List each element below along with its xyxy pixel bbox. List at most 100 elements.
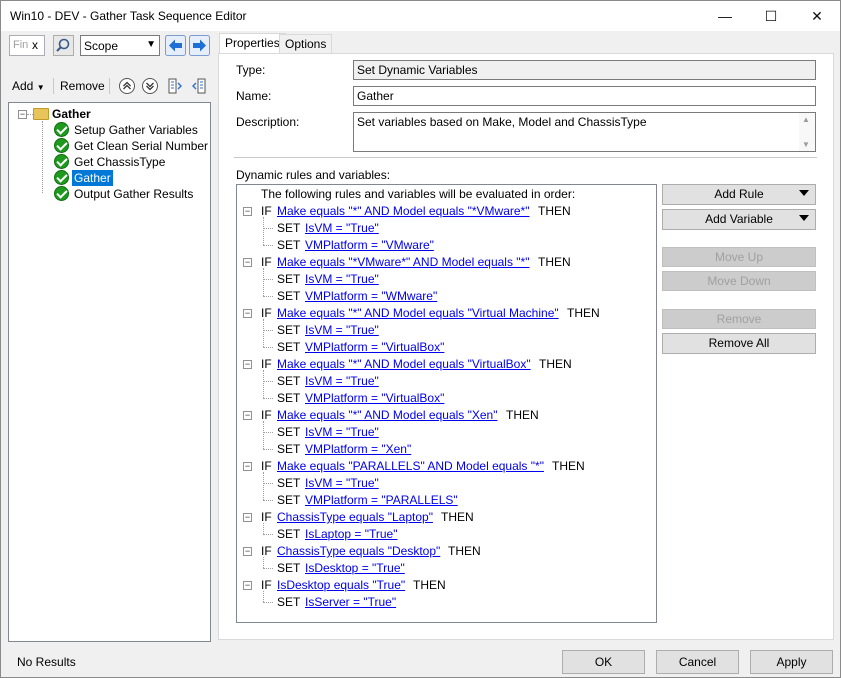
maximize-button[interactable]: ☐ — [748, 1, 794, 31]
then-keyword: THEN — [413, 578, 446, 592]
list-indent-icon — [192, 78, 206, 94]
set-keyword: SET — [277, 493, 301, 507]
find-previous-button[interactable] — [165, 35, 186, 56]
rule-condition-link[interactable]: IsDesktop equals "True" — [277, 577, 405, 593]
collapse-rule-icon[interactable]: − — [243, 258, 252, 267]
tree-item-label: Get ChassisType — [74, 155, 166, 169]
find-next-button[interactable] — [189, 35, 210, 56]
collapse-rule-icon[interactable]: − — [243, 581, 252, 590]
minimize-button[interactable]: — — [702, 1, 748, 31]
collapse-rule-icon[interactable]: − — [243, 309, 252, 318]
rule-connector — [263, 217, 264, 245]
collapse-icon[interactable]: − — [18, 110, 27, 119]
remove-button[interactable]: Remove — [662, 309, 816, 329]
rule-condition-link[interactable]: Make equals "*" AND Model equals "Virtua… — [277, 305, 559, 321]
find-clear-button[interactable]: x — [32, 38, 38, 52]
caret-down-icon — [799, 215, 809, 221]
description-scrollbar[interactable]: ▲ ▼ — [799, 113, 815, 151]
check-icon — [54, 138, 69, 153]
variable-assignment-link[interactable]: VMPlatform = "Xen" — [305, 441, 411, 457]
collapse-rule-icon[interactable]: − — [243, 462, 252, 471]
rule-connector — [263, 296, 273, 297]
variable-assignment-link[interactable]: IsVM = "True" — [305, 475, 379, 491]
rules-intro: The following rules and variables will b… — [261, 187, 576, 201]
type-field: Set Dynamic Variables — [353, 60, 816, 80]
rule-condition-link[interactable]: ChassisType equals "Laptop" — [277, 509, 433, 525]
remove-all-button[interactable]: Remove All — [662, 333, 816, 354]
scroll-down-icon[interactable]: ▼ — [802, 140, 810, 149]
scroll-up-icon[interactable]: ▲ — [802, 115, 810, 124]
arrow-left-icon — [165, 35, 186, 56]
collapse-rule-icon[interactable]: − — [243, 547, 252, 556]
variable-assignment-link[interactable]: IsVM = "True" — [305, 424, 379, 440]
rule-condition-link[interactable]: Make equals "PARALLELS" AND Model equals… — [277, 458, 544, 474]
rule-connector — [263, 472, 264, 500]
tree-root-gather[interactable]: Gather — [51, 106, 91, 122]
tree-item-label: Setup Gather Variables — [74, 123, 198, 137]
add-menu-button[interactable]: Add ▼ — [12, 79, 45, 93]
remove-step-button[interactable]: Remove — [60, 79, 105, 93]
rule-condition-link[interactable]: ChassisType equals "Desktop" — [277, 543, 440, 559]
then-keyword: THEN — [448, 544, 481, 558]
variable-assignment-link[interactable]: IsDesktop = "True" — [305, 560, 405, 576]
variable-assignment-link[interactable]: IsLaptop = "True" — [305, 526, 397, 542]
ok-button[interactable]: OK — [562, 650, 645, 674]
variable-assignment-link[interactable]: IsVM = "True" — [305, 220, 379, 236]
title-bar: Win10 - DEV - Gather Task Sequence Edito… — [1, 1, 840, 31]
variable-assignment-link[interactable]: IsServer = "True" — [305, 594, 396, 610]
rule-connector — [263, 398, 273, 399]
task-sequence-tree[interactable]: − Gather Setup Gather Variables Get Clea… — [8, 102, 211, 642]
collapse-rule-icon[interactable]: − — [243, 411, 252, 420]
list-toggle-icon — [168, 78, 182, 94]
tab-properties[interactable]: Properties — [219, 33, 286, 54]
search-button[interactable] — [53, 35, 74, 56]
variable-assignment-link[interactable]: VMPlatform = "VMware" — [305, 237, 434, 253]
collapse-rule-icon[interactable]: − — [243, 513, 252, 522]
tree-item-label: Gather — [72, 170, 113, 186]
variable-assignment-link[interactable]: VMPlatform = "WMware" — [305, 288, 437, 304]
move-up-button[interactable]: Move Up — [662, 247, 816, 267]
rule-condition-link[interactable]: Make equals "*" AND Model equals "Xen" — [277, 407, 498, 423]
variable-assignment-link[interactable]: IsVM = "True" — [305, 271, 379, 287]
tab-options[interactable]: Options — [279, 34, 333, 54]
move-down-button[interactable]: Move Down — [662, 271, 816, 291]
rule-connector — [263, 347, 273, 348]
rule-connector — [263, 483, 273, 484]
variable-assignment-link[interactable]: IsVM = "True" — [305, 322, 379, 338]
tree-root-label: Gather — [52, 107, 91, 121]
find-input[interactable]: Fin x — [9, 35, 45, 56]
name-field[interactable]: Gather — [353, 86, 816, 106]
apply-button[interactable]: Apply — [750, 650, 833, 674]
variable-assignment-link[interactable]: VMPlatform = "VirtualBox" — [305, 339, 444, 355]
collapse-rule-icon[interactable]: − — [243, 360, 252, 369]
then-keyword: THEN — [567, 306, 600, 320]
scope-select[interactable]: Scope ▼ — [80, 35, 160, 56]
description-field[interactable]: Set variables based on Make, Model and C… — [353, 112, 816, 152]
close-button[interactable]: ✕ — [794, 1, 840, 31]
folder-icon — [33, 108, 49, 120]
disable-step-button[interactable] — [190, 77, 208, 95]
rules-tree[interactable]: The following rules and variables will b… — [236, 184, 657, 623]
rule-condition-link[interactable]: Make equals "*" AND Model equals "Virtua… — [277, 356, 531, 372]
set-keyword: SET — [277, 340, 301, 354]
add-variable-label: Add Variable — [705, 212, 773, 226]
add-label: Add — [12, 79, 34, 93]
rule-connector — [263, 591, 264, 602]
collapse-rule-icon[interactable]: − — [243, 207, 252, 216]
add-rule-button[interactable]: Add Rule — [662, 184, 816, 205]
rule-connector — [263, 268, 264, 296]
variable-assignment-link[interactable]: VMPlatform = "VirtualBox" — [305, 390, 444, 406]
chevron-down-icon: ▼ — [146, 39, 156, 50]
then-keyword: THEN — [506, 408, 539, 422]
enable-step-button[interactable] — [166, 77, 184, 95]
variable-assignment-link[interactable]: VMPlatform = "PARALLELS" — [305, 492, 458, 508]
cancel-button[interactable]: Cancel — [656, 650, 739, 674]
rule-connector — [263, 330, 273, 331]
move-down-step-button[interactable] — [141, 77, 159, 95]
rule-connector — [263, 557, 264, 568]
variable-assignment-link[interactable]: IsVM = "True" — [305, 373, 379, 389]
rule-condition-link[interactable]: Make equals "*" AND Model equals "*VMwar… — [277, 203, 530, 219]
add-variable-button[interactable]: Add Variable — [662, 209, 816, 230]
move-up-step-button[interactable] — [118, 77, 136, 95]
rule-condition-link[interactable]: Make equals "*VMware*" AND Model equals … — [277, 254, 530, 270]
